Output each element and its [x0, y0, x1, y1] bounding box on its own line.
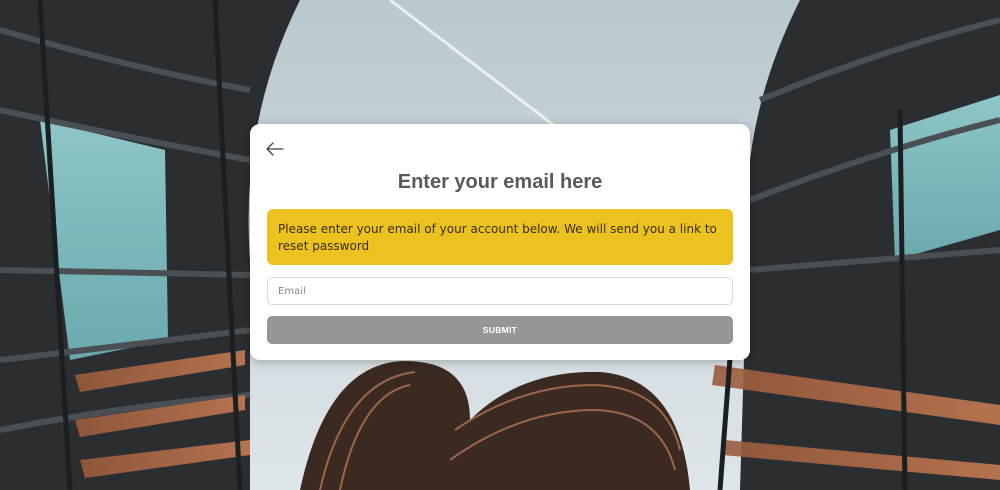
- info-notice: Please enter your email of your account …: [267, 209, 733, 265]
- submit-button[interactable]: SUBMIT: [267, 316, 733, 344]
- page-title: Enter your email here: [397, 171, 603, 193]
- email-field[interactable]: [267, 277, 733, 305]
- arrow-left-icon: [266, 142, 284, 156]
- reset-password-card: Enter your email here Please enter your …: [250, 124, 750, 360]
- back-button[interactable]: [264, 140, 286, 158]
